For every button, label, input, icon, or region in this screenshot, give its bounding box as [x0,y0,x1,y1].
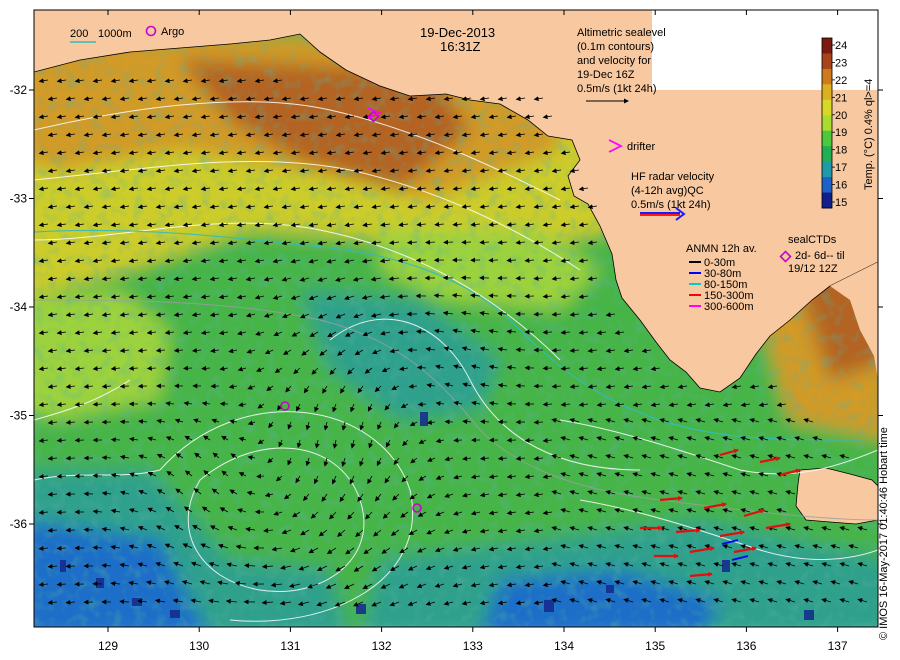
colorbar-swatch [822,53,832,70]
colorbar-swatches [822,38,832,209]
depth-label-1000: 1000m [98,28,132,40]
colorbar-swatch [822,38,832,54]
y-tick-label: -32 [10,83,28,97]
plot-area [34,10,878,627]
time-label: 16:31Z [440,39,481,54]
velocity-arrow [92,473,103,479]
colorbar-tick-label: 20 [835,110,847,122]
y-tick-label: -33 [10,192,28,206]
velocity-arrow [406,275,418,281]
velocity-arrow [256,473,265,479]
anmn-item-label: 300-600m [704,301,754,313]
colorbar-swatch [822,177,832,194]
drifter-legend-label: drifter [627,141,655,153]
colorbar-swatch [822,84,832,101]
colorbar-tick-label: 24 [835,40,847,52]
colorbar-tick-label: 17 [835,162,847,174]
seal-ctd-line-1: sealCTDs [788,234,837,246]
velocity-arrow [461,239,472,245]
altimetry-line-4: 19-Dec 16Z [577,69,635,81]
depth-legend: 200 1000m [70,28,132,43]
altimetry-line-3: and velocity for [577,55,651,67]
hf-radar-line-2: (4-12h avg)QC [631,185,704,197]
velocity-arrow [183,365,193,371]
velocity-arrow [74,437,85,443]
colorbar-tick-label: 22 [835,75,847,87]
colorbar-title: Temp. (°C) 0.4% ql>=4 [863,79,875,190]
copyright-label: © IMOS 16-May-2017 01:40:46 Hobart time [878,427,890,640]
velocity-arrow [147,401,157,407]
colorbar-swatch [822,146,832,163]
velocity-arrow [119,383,130,389]
velocity-arrow [164,365,175,371]
colorbar-swatch [822,130,832,147]
colorbar-swatch [822,192,832,209]
velocity-arrow [65,455,76,461]
x-tick-label: 131 [280,639,300,653]
y-tick-label: -34 [10,300,28,314]
velocity-arrow [443,239,454,245]
colorbar-tick-label: 23 [835,57,847,69]
altimetry-line-2: (0.1m contours) [577,41,654,53]
altimetry-line-5: 0.5m/s (1kt 24h) [577,83,656,95]
colorbar-swatch [822,161,832,178]
seal-ctd-line-3: 19/12 12Z [788,263,838,275]
x-tick-label: 129 [98,639,118,653]
colorbar-swatch [822,68,832,85]
argo-legend-label: Argo [161,26,184,38]
velocity-arrow [488,293,499,299]
anmn-title: ANMN 12h av. [686,243,757,255]
y-tick-label: -35 [10,409,28,423]
hf-radar-line-1: HF radar velocity [631,171,715,183]
x-tick-label: 130 [189,639,209,653]
depth-label-200: 200 [70,28,88,40]
colorbar-tick-label: 15 [835,197,847,209]
velocity-arrow [83,419,94,425]
colorbar-swatch [822,115,832,132]
x-tick-label: 136 [736,639,756,653]
seal-ctd-line-2: 2d- 6d-- til [795,250,845,262]
velocity-arrow [56,509,67,515]
date-label: 19-Dec-2013 [420,25,495,40]
altimetry-line-1: Altimetric sealevel [577,27,666,39]
y-tick-label: -36 [10,517,28,531]
velocity-arrow [542,329,553,335]
x-tick-label: 135 [645,639,665,653]
colorbar-tick-label: 19 [835,127,847,139]
velocity-arrow [515,347,526,353]
velocity-arrow [415,257,427,263]
hf-radar-line-3: 0.5m/s (1kt 24h) [631,199,710,211]
velocity-arrow [56,545,67,551]
colorbar-swatch [822,99,832,116]
colorbar-tick-label: 16 [835,180,847,192]
colorbar-tick-label: 18 [835,145,847,157]
x-tick-label: 133 [463,639,483,653]
x-tick-label: 134 [554,639,574,653]
sst-map: 200 1000m Argo 19-Dec-2013 16:31Z Altime… [10,9,883,653]
x-tick-label: 137 [828,639,848,653]
colorbar-tick-label: 21 [835,92,847,104]
x-tick-label: 132 [372,639,392,653]
velocity-arrow [453,437,463,443]
velocity-arrow [110,437,121,443]
